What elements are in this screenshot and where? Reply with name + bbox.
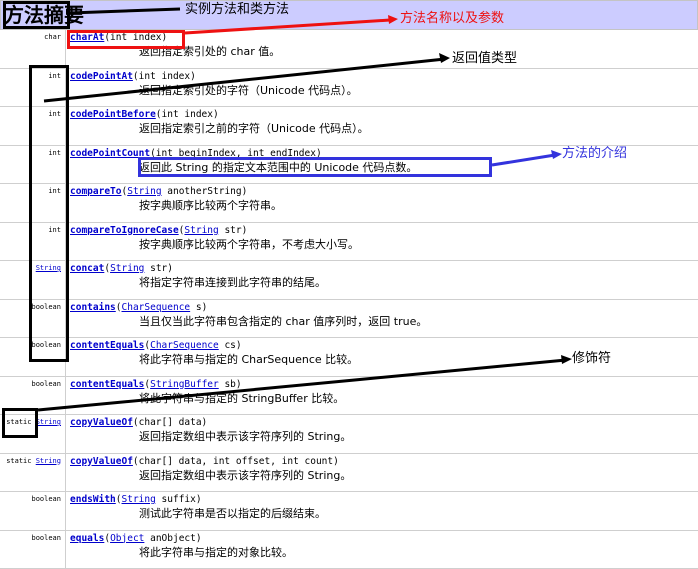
annotation-return-type: 返回值类型 (452, 51, 518, 66)
arrow-return-type (439, 53, 450, 63)
box-return-types (29, 65, 69, 362)
line-method-intro (491, 153, 556, 167)
annotation-method-intro: 方法的介绍 (562, 146, 628, 161)
line-modifier (37, 358, 567, 412)
line-instance-static (69, 7, 181, 15)
line-return-type (43, 57, 446, 103)
annotation-lines (37, 7, 572, 412)
arrow-method-intro (551, 150, 562, 159)
javadoc-method-summary: 方法摘要 char charAt(int index) 返回指定索引处的 char … (0, 0, 698, 569)
annotation-name-params: 方法名称以及参数 (400, 11, 505, 26)
box-modifier (2, 408, 38, 438)
arrow-modifier (561, 355, 572, 364)
annotation-instance-static: 实例方法和类方法 (185, 2, 290, 17)
annotation-modifier: 修饰符 (572, 351, 612, 366)
box-name-params (67, 30, 185, 49)
box-summary-title (3, 1, 70, 29)
arrow-name-params (388, 15, 398, 24)
box-method-intro (138, 157, 492, 177)
line-name-params (184, 18, 391, 35)
